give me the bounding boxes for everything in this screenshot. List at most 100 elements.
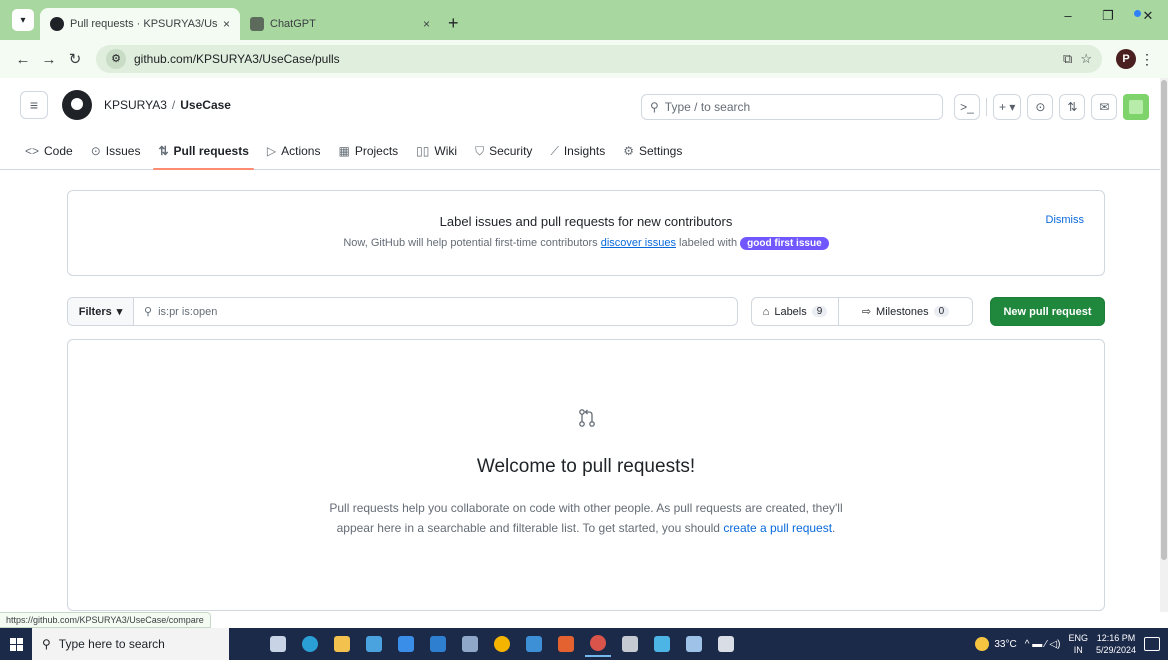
close-icon[interactable]: × <box>223 17 230 31</box>
restore-icon[interactable]: ❐ <box>1088 0 1128 34</box>
window-close-icon[interactable]: ✕ <box>1128 0 1168 34</box>
blankslate-title: Welcome to pull requests! <box>476 456 696 477</box>
terminal-icon[interactable] <box>617 631 643 657</box>
graph-icon: ⟋ <box>550 143 559 158</box>
command-palette-icon[interactable]: >_ <box>954 94 980 120</box>
app-icon[interactable] <box>457 631 483 657</box>
tab-issues[interactable]: ⊙ Issues <box>82 132 150 170</box>
new-pull-request-button[interactable]: New pull request <box>990 297 1105 326</box>
search-icon: ⚲ <box>42 637 51 651</box>
store-icon[interactable] <box>361 631 387 657</box>
address-bar[interactable]: ⚙ github.com/KPSURYA3/UseCase/pulls ⧉ ☆ <box>96 45 1102 73</box>
browser-toolbar: ← → ↻ ⚙ github.com/KPSURYA3/UseCase/pull… <box>0 40 1168 78</box>
tab-title: ChatGPT <box>270 18 316 30</box>
tab-projects[interactable]: ▦ Projects <box>329 132 407 170</box>
table-icon: ▦ <box>338 144 350 158</box>
profile-avatar[interactable]: P <box>1116 49 1136 69</box>
sun-icon <box>975 637 990 651</box>
discover-issues-link[interactable]: discover issues <box>601 237 676 249</box>
browser-tab-pull-requests[interactable]: Pull requests · KPSURYA3/UseC × <box>40 8 240 40</box>
tray-icons[interactable]: ^ ▬ ⁄ ◁) <box>1025 639 1061 650</box>
chrome-icon[interactable] <box>489 631 515 657</box>
caret-down-icon: ▾ <box>116 306 123 318</box>
scrollbar-thumb[interactable] <box>1161 80 1167 560</box>
windows-taskbar: ⚲ Type here to search 33°C ^ ▬ ⁄ ◁) ENG … <box>0 628 1168 660</box>
file-explorer-icon[interactable] <box>329 631 355 657</box>
taskbar-search-input[interactable]: ⚲ Type here to search <box>32 628 229 660</box>
back-arrow-icon[interactable]: ← <box>10 51 36 68</box>
issues-icon[interactable]: ⊙ <box>1027 94 1054 120</box>
weather-widget[interactable]: 33°C <box>975 637 1017 651</box>
filters-button[interactable]: Filters ▾ <box>68 298 134 325</box>
labels-milestones-group: ⌂ Labels 9 ⇨ Milestones 0 <box>751 297 973 326</box>
task-view-icon[interactable] <box>265 631 291 657</box>
bookmark-star-icon[interactable]: ☆ <box>1080 51 1092 67</box>
edge-icon[interactable] <box>297 631 323 657</box>
create-new-button[interactable]: + ▾ <box>993 94 1022 120</box>
browser-menu-icon[interactable]: ⋮ <box>1136 51 1158 68</box>
github-favicon-icon <box>50 17 64 31</box>
breadcrumb-separator: / <box>171 98 176 112</box>
search-icon: ⚲ <box>650 100 659 114</box>
breadcrumb: KPSURYA3 / UseCase <box>104 98 231 112</box>
github-logo-icon[interactable] <box>62 90 92 120</box>
minimize-icon[interactable]: – <box>1048 0 1088 34</box>
hamburger-menu-icon[interactable]: ≡ <box>20 91 48 119</box>
browser-tab-chatgpt[interactable]: ChatGPT × <box>240 8 440 40</box>
status-bar-url: https://github.com/KPSURYA3/UseCase/comp… <box>0 612 211 628</box>
issue-icon: ⊙ <box>90 144 101 158</box>
notification-center-icon[interactable] <box>1144 637 1160 651</box>
tab-actions[interactable]: ▷ Actions <box>258 132 330 170</box>
search-input[interactable]: ⚲ Type / to search <box>641 94 943 120</box>
photos-icon[interactable] <box>649 631 675 657</box>
repo-link[interactable]: UseCase <box>180 98 231 112</box>
milestones-button[interactable]: ⇨ Milestones 0 <box>839 298 972 325</box>
browser-tab-strip: ▾ Pull requests · KPSURYA3/UseC × ChatGP… <box>0 0 1168 40</box>
reload-icon[interactable]: ↻ <box>62 50 88 68</box>
tab-search-chevron-icon[interactable]: ▾ <box>12 9 34 31</box>
forward-arrow-icon[interactable]: → <box>36 51 62 68</box>
close-icon[interactable]: × <box>423 17 430 31</box>
blankslate-text: Pull requests help you collaborate on co… <box>329 501 843 535</box>
mail-icon[interactable] <box>393 631 419 657</box>
pull-request-icon: ⇅ <box>158 144 169 158</box>
language-indicator[interactable]: ENG IN <box>1068 632 1088 656</box>
search-icon: ⚲ <box>144 306 153 318</box>
install-app-icon[interactable]: ⧉ <box>1063 51 1072 67</box>
notepad-icon[interactable] <box>681 631 707 657</box>
create-pull-request-link[interactable]: create a pull request <box>723 521 832 535</box>
new-tab-button[interactable]: + <box>448 13 459 34</box>
code-icon: <> <box>25 144 40 158</box>
good-first-issue-label[interactable]: good first issue <box>740 237 829 250</box>
tab-code[interactable]: <> Code <box>16 132 82 170</box>
owner-link[interactable]: KPSURYA3 <box>104 98 167 112</box>
app-icon[interactable] <box>521 631 547 657</box>
book-icon: ▯▯ <box>416 144 430 158</box>
chrome-active-icon[interactable] <box>585 631 611 657</box>
office-icon[interactable] <box>553 631 579 657</box>
site-info-icon[interactable]: ⚙ <box>106 49 126 69</box>
filter-query: is:pr is:open <box>158 305 218 318</box>
header-actions: >_ + ▾ ⊙ ⇅ ✉ <box>954 94 1150 120</box>
windows-start-icon[interactable] <box>0 628 32 660</box>
paint-icon[interactable] <box>713 631 739 657</box>
filter-search-input[interactable]: ⚲ is:pr is:open <box>134 298 737 325</box>
inbox-icon[interactable]: ✉ <box>1091 94 1118 120</box>
play-icon: ▷ <box>266 144 277 158</box>
tab-wiki[interactable]: ▯▯ Wiki <box>407 132 466 170</box>
taskbar-apps <box>265 631 739 657</box>
tab-title: Pull requests · KPSURYA3/UseC <box>70 18 217 30</box>
tab-settings[interactable]: ⚙ Settings <box>614 132 691 170</box>
url-text: github.com/KPSURYA3/UseCase/pulls <box>134 52 340 66</box>
user-avatar[interactable] <box>1123 94 1150 120</box>
labels-button[interactable]: ⌂ Labels 9 <box>752 298 839 325</box>
tab-security[interactable]: ⛉ Security <box>466 132 541 170</box>
dismiss-button[interactable]: Dismiss <box>1046 214 1085 226</box>
tab-pull-requests[interactable]: ⇅ Pull requests <box>149 132 257 170</box>
shield-icon: ⛉ <box>475 143 485 158</box>
tab-insights[interactable]: ⟋ Insights <box>541 132 614 170</box>
vscode-icon[interactable] <box>425 631 451 657</box>
pull-requests-icon[interactable]: ⇅ <box>1059 94 1086 120</box>
gear-icon: ⚙ <box>623 144 634 158</box>
clock[interactable]: 12:16 PM 5/29/2024 <box>1096 632 1136 656</box>
